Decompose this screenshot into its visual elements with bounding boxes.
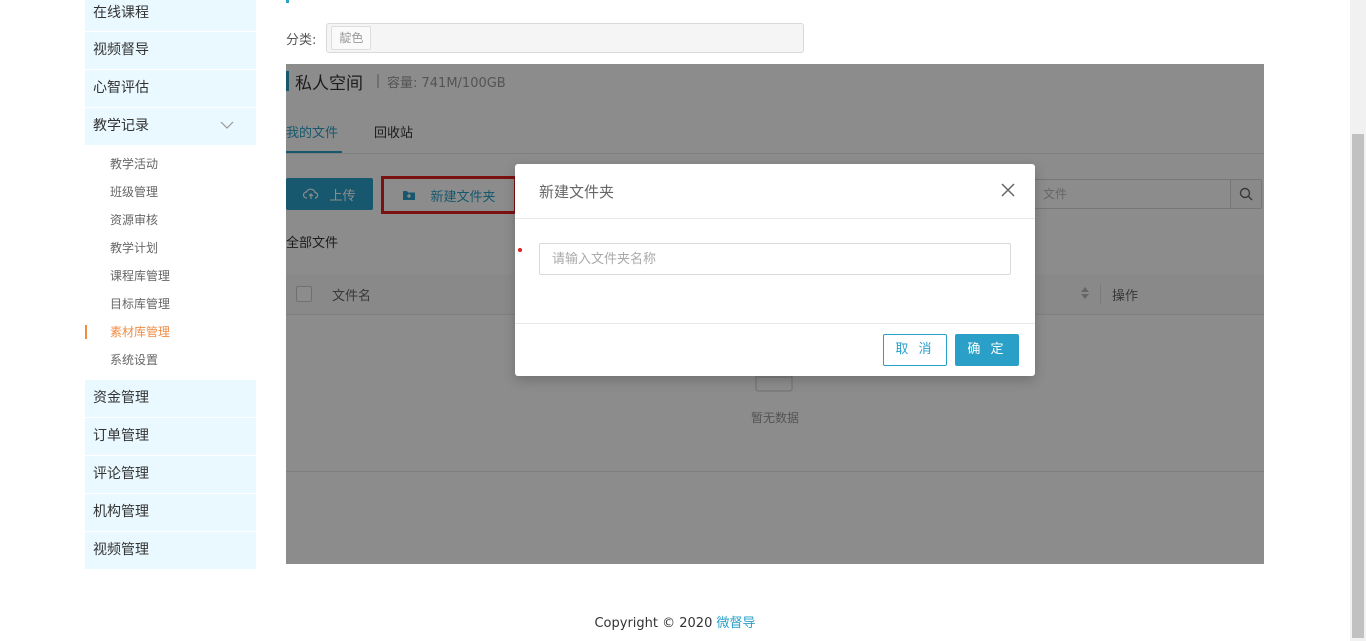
sidebar-item-videos[interactable]: 视频管理 — [85, 532, 256, 569]
sidebar: 在线课程 视频督导 心智评估 教学记录 教学活动 班级管理 资源审核 教学计划 … — [85, 0, 256, 570]
sidebar-subitem-resource-review[interactable]: 资源审核 — [85, 206, 256, 234]
sidebar-item-orders[interactable]: 订单管理 — [85, 418, 256, 455]
sidebar-item-label: 在线课程 — [93, 5, 149, 21]
sidebar-item-label: 订单管理 — [93, 428, 149, 444]
sidebar-submenu: 教学活动 班级管理 资源审核 教学计划 课程库管理 目标库管理 素材库管理 系统… — [85, 146, 256, 380]
sidebar-item-label: 视频督导 — [93, 42, 149, 58]
close-icon[interactable] — [999, 181, 1017, 199]
sidebar-subitem-course-library[interactable]: 课程库管理 — [85, 262, 256, 290]
sidebar-item-label: 机构管理 — [93, 504, 149, 520]
chevron-down-icon — [220, 121, 234, 129]
required-marker — [518, 248, 522, 252]
top-accent-bar — [286, 0, 289, 3]
folder-name-input[interactable] — [539, 243, 1011, 275]
sidebar-subitem-goal-library[interactable]: 目标库管理 — [85, 290, 256, 318]
new-folder-dialog: 新建文件夹 取 消 确 定 — [515, 164, 1035, 376]
sidebar-subitem-system-settings[interactable]: 系统设置 — [85, 346, 256, 374]
sidebar-item-comments[interactable]: 评论管理 — [85, 456, 256, 493]
page-footer: Copyright © 2020 微督导 — [0, 612, 1350, 631]
sidebar-item-label: 教学记录 — [93, 118, 149, 134]
sidebar-item-video-supervision[interactable]: 视频督导 — [85, 32, 256, 69]
category-select[interactable]: 靛色 — [326, 23, 805, 53]
category-label: 分类: — [286, 32, 317, 48]
sidebar-subitem-material-library[interactable]: 素材库管理 — [85, 318, 256, 346]
confirm-button[interactable]: 确 定 — [955, 334, 1019, 366]
sidebar-item-teaching-records[interactable]: 教学记录 — [85, 108, 256, 145]
sidebar-item-label: 视频管理 — [93, 542, 149, 558]
sidebar-item-label: 资金管理 — [93, 390, 149, 406]
cancel-button[interactable]: 取 消 — [883, 334, 947, 366]
brand-link[interactable]: 微督导 — [717, 616, 756, 631]
sidebar-item-mind-assessment[interactable]: 心智评估 — [85, 70, 256, 107]
sidebar-item-label: 评论管理 — [93, 466, 149, 482]
copyright-text: Copyright © 2020 — [594, 616, 713, 631]
scrollbar-thumb[interactable] — [1352, 134, 1364, 638]
sidebar-subitem-teaching-activities[interactable]: 教学活动 — [85, 150, 256, 178]
sidebar-subitem-teaching-plan[interactable]: 教学计划 — [85, 234, 256, 262]
sidebar-item-online-courses[interactable]: 在线课程 — [85, 0, 256, 31]
dialog-title: 新建文件夹 — [539, 183, 615, 201]
sidebar-item-finance[interactable]: 资金管理 — [85, 380, 256, 417]
sidebar-item-label: 心智评估 — [93, 80, 149, 96]
category-row: 分类: 靛色 — [286, 22, 805, 54]
sidebar-subitem-class-management[interactable]: 班级管理 — [85, 178, 256, 206]
sidebar-item-institutions[interactable]: 机构管理 — [85, 494, 256, 531]
category-tag[interactable]: 靛色 — [331, 26, 372, 50]
dialog-header: 新建文件夹 — [515, 164, 1035, 219]
dialog-footer: 取 消 确 定 — [515, 323, 1035, 377]
